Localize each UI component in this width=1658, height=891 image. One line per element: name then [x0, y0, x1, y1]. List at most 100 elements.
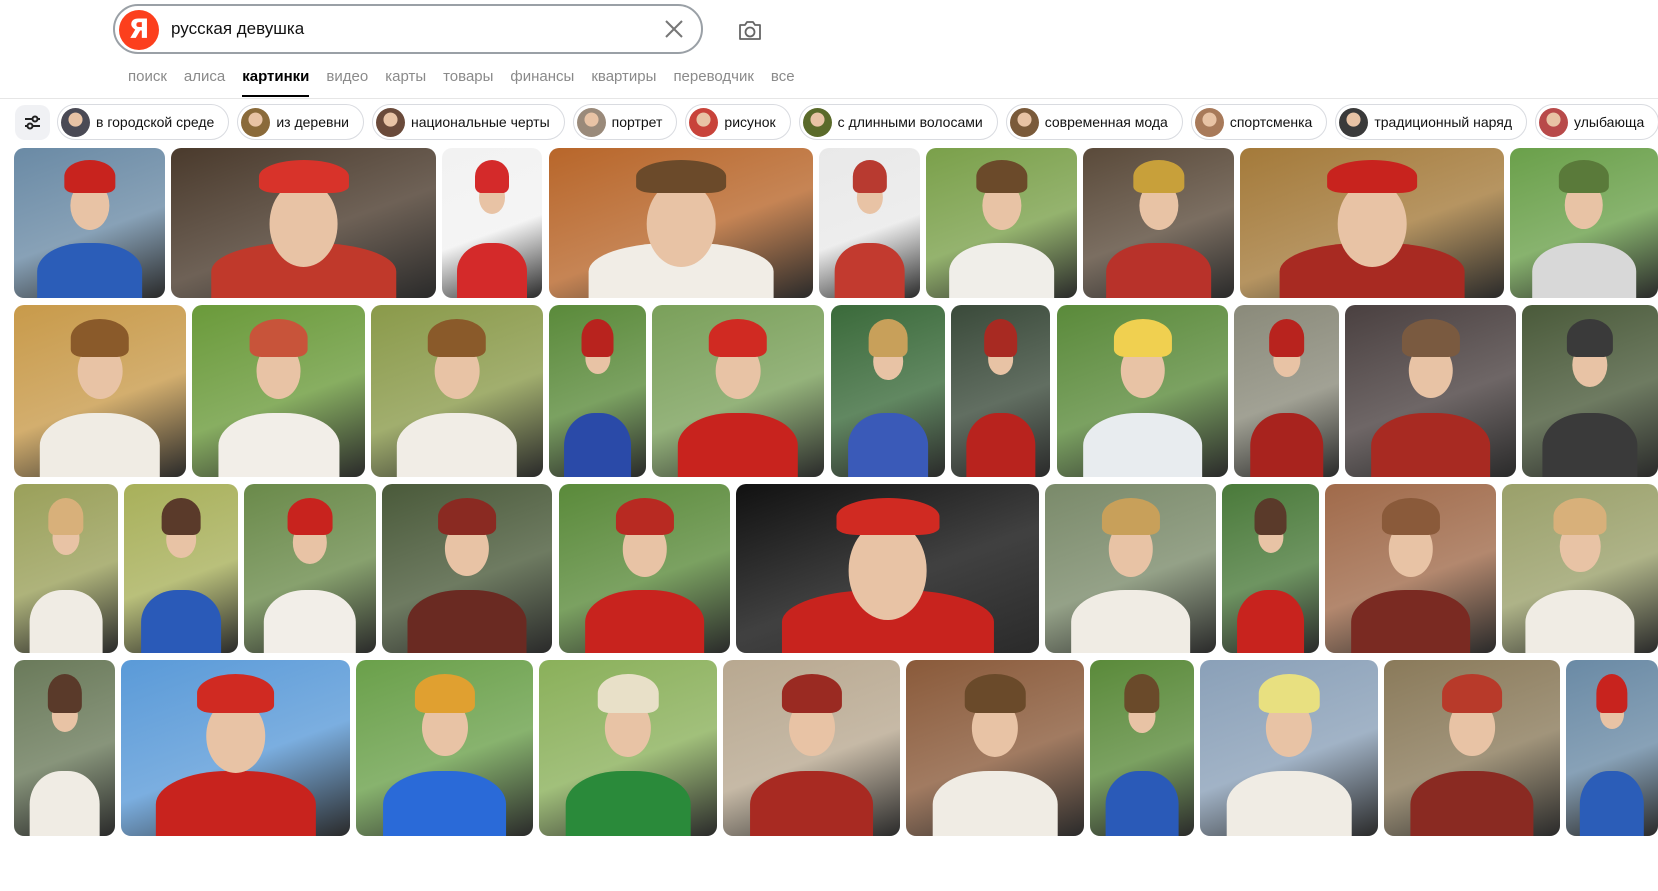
tab-alice[interactable]: алиса [184, 68, 225, 97]
chip-9[interactable]: улыбающа [1535, 104, 1658, 140]
tab-apartments[interactable]: квартиры [591, 68, 656, 97]
image-result[interactable] [442, 148, 542, 298]
image-figure-headdress [597, 674, 659, 713]
image-result[interactable] [244, 484, 376, 653]
image-result[interactable] [1522, 305, 1658, 477]
tab-all[interactable]: все [771, 68, 795, 97]
tab-finance[interactable]: финансы [510, 68, 574, 97]
image-result[interactable] [906, 660, 1084, 836]
image-result[interactable] [14, 148, 165, 298]
image-result[interactable] [723, 660, 900, 836]
image-figure-headdress [868, 318, 908, 357]
image-result[interactable] [1566, 660, 1658, 836]
image-result[interactable] [14, 660, 115, 836]
image-result[interactable] [1090, 660, 1194, 836]
close-icon[interactable] [661, 16, 687, 42]
image-figure-headdress [1381, 497, 1440, 535]
chip-4[interactable]: рисунок [685, 104, 791, 140]
chip-thumbnail [241, 107, 271, 137]
image-result[interactable] [539, 660, 717, 836]
image-result[interactable] [14, 484, 118, 653]
image-figure-dress [36, 242, 143, 298]
image-result[interactable] [951, 305, 1050, 477]
image-result[interactable] [1200, 660, 1378, 836]
image-figure-headdress [70, 318, 130, 357]
image-figure-headdress [196, 674, 275, 713]
image-result[interactable] [1240, 148, 1504, 298]
image-figure-dress [1070, 590, 1191, 653]
image-result[interactable] [124, 484, 238, 653]
image-result[interactable] [736, 484, 1039, 653]
image-figure-dress [396, 413, 518, 477]
image-figure-dress [1579, 770, 1645, 836]
image-result[interactable] [1384, 660, 1560, 836]
image-figure-dress [457, 242, 527, 298]
camera-icon[interactable] [736, 16, 764, 44]
image-figure-dress [39, 413, 161, 477]
tab-products[interactable]: товары [443, 68, 493, 97]
image-result[interactable] [1234, 305, 1339, 477]
tab-video[interactable]: видео [326, 68, 368, 97]
filter-settings-button[interactable] [15, 105, 50, 140]
chip-3[interactable]: портрет [572, 104, 678, 140]
image-figure-dress [749, 770, 874, 836]
image-result[interactable] [1325, 484, 1496, 653]
image-result[interactable] [1083, 148, 1234, 298]
yandex-logo[interactable]: Я [119, 10, 159, 50]
image-result[interactable] [171, 148, 436, 298]
image-result[interactable] [1502, 484, 1658, 653]
image-result[interactable] [1045, 484, 1216, 653]
chip-label: улыбающа [1574, 114, 1645, 130]
image-result[interactable] [371, 305, 543, 477]
image-figure-dress [948, 242, 1055, 298]
image-result[interactable] [652, 305, 824, 477]
chip-5[interactable]: с длинными волосами [798, 104, 998, 140]
chip-0[interactable]: в городской среде [57, 104, 230, 140]
chip-label: современная мода [1044, 114, 1168, 130]
chip-2[interactable]: национальные черты [372, 104, 565, 140]
image-figure-headdress [1566, 318, 1614, 357]
image-result[interactable] [549, 305, 646, 477]
chip-6[interactable]: современная мода [1005, 104, 1183, 140]
image-result[interactable] [121, 660, 350, 836]
image-result[interactable] [356, 660, 533, 836]
image-figure-headdress [161, 497, 201, 535]
image-figure-headdress [63, 160, 116, 193]
chip-7[interactable]: спортсменка [1190, 104, 1328, 140]
tab-translator[interactable]: переводчик [673, 68, 753, 97]
image-figure-dress [1082, 413, 1203, 477]
chip-thumbnail [1339, 107, 1369, 137]
image-figure-headdress [1268, 318, 1305, 357]
chip-label: национальные черты [411, 114, 550, 130]
image-figure-headdress [47, 674, 82, 713]
image-figure-dress [155, 770, 316, 836]
image-result[interactable] [926, 148, 1077, 298]
chip-label: рисунок [724, 114, 776, 130]
search-input[interactable]: русская девушка [171, 19, 304, 39]
image-result[interactable] [192, 305, 365, 477]
image-result[interactable] [1057, 305, 1228, 477]
image-result[interactable] [1510, 148, 1658, 298]
chip-label: с длинными волосами [837, 114, 983, 130]
tab-maps[interactable]: карты [385, 68, 426, 97]
image-figure-dress [1350, 590, 1471, 653]
chip-thumbnail [576, 107, 606, 137]
tab-search[interactable]: поиск [128, 68, 167, 97]
tab-images[interactable]: картинки [242, 68, 310, 97]
image-result[interactable] [14, 305, 186, 477]
chip-label: в городской среде [96, 114, 215, 130]
image-figure-headdress [852, 160, 887, 193]
image-result[interactable] [382, 484, 552, 653]
image-figure-dress [1410, 770, 1534, 836]
image-figure-dress [141, 590, 221, 653]
image-result[interactable] [549, 148, 813, 298]
image-figure-dress [217, 413, 340, 477]
chip-1[interactable]: из деревни [237, 104, 364, 140]
image-result[interactable] [1345, 305, 1516, 477]
image-result[interactable] [1222, 484, 1319, 653]
chip-8[interactable]: традиционный наряд [1335, 104, 1528, 140]
image-result[interactable] [559, 484, 730, 653]
image-result[interactable] [819, 148, 920, 298]
search-bar[interactable]: Я русская девушка [113, 4, 703, 54]
image-result[interactable] [831, 305, 945, 477]
